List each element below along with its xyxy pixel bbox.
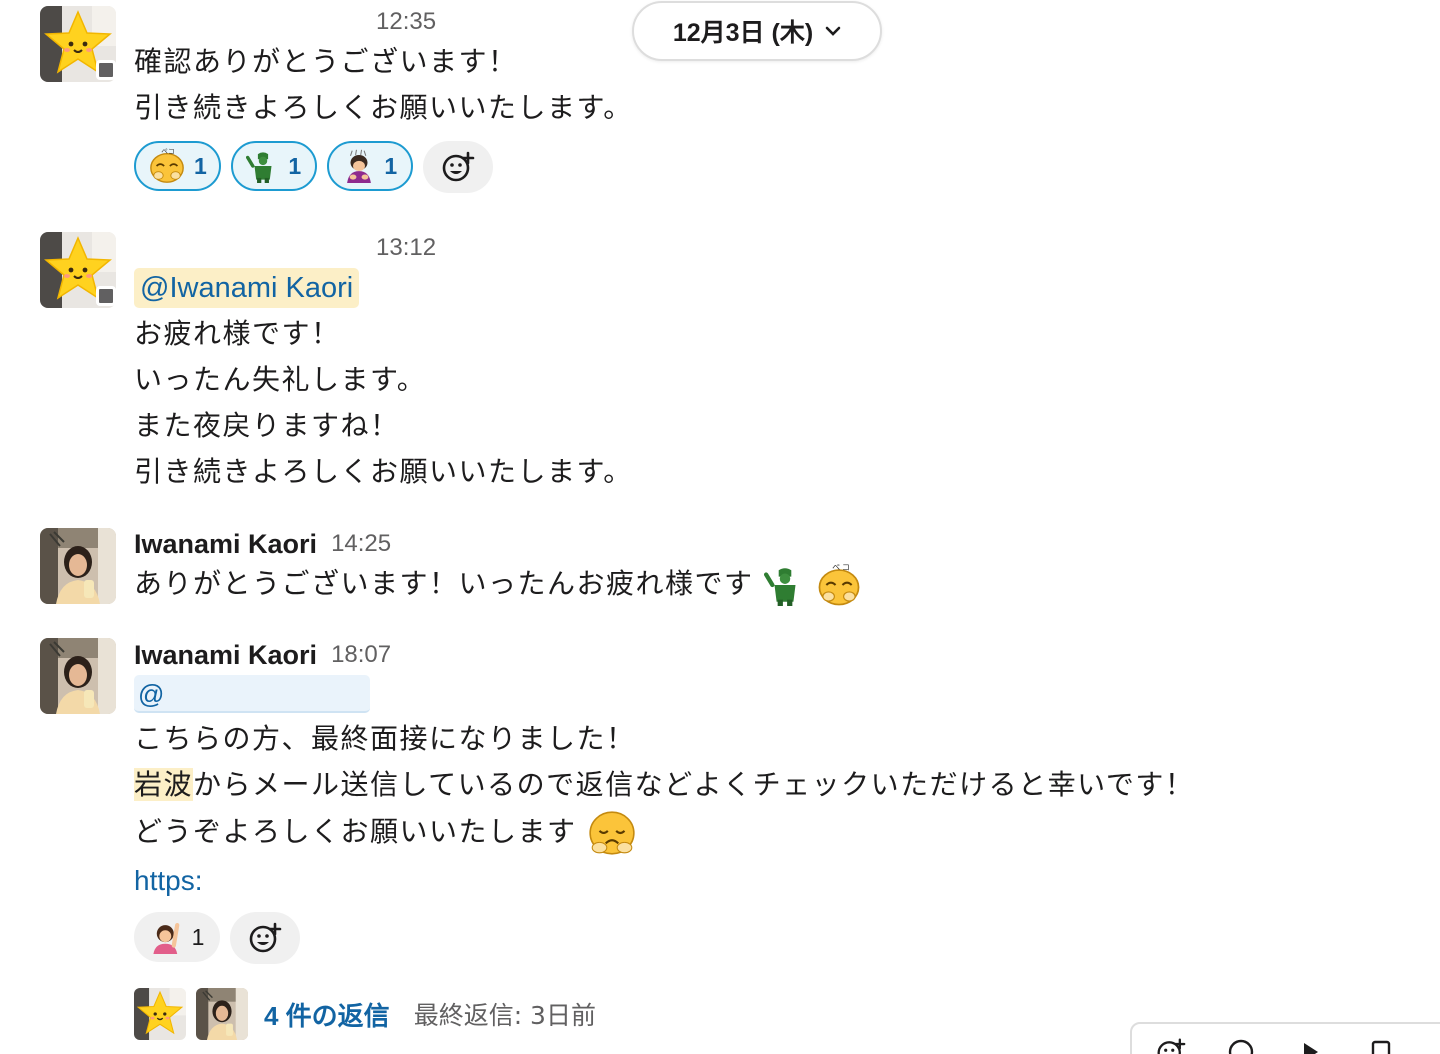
message-author[interactable]: Iwanami Kaori [134, 529, 317, 560]
thread-replies-link[interactable]: 4 件の返信 [264, 996, 390, 1033]
bowing-face-icon [818, 562, 860, 606]
message-timestamp[interactable]: 14:25 [331, 530, 391, 558]
message-text-row: 岩波からメール送信しているので返信などよくチェックいただけると幸いです！ [134, 762, 1194, 808]
presence-dot [96, 60, 116, 80]
message-text: 引き続きよろしくお願いいたします。 [134, 91, 633, 124]
message-text: 引き続きよろしくお願いいたします。 [134, 455, 633, 488]
message-text: こちらの方、最終面接になりました！ [134, 722, 636, 755]
sad-face-icon [589, 811, 635, 855]
saluting-soldier-icon [764, 564, 806, 606]
highlighted-keyword: 岩波 [134, 768, 194, 801]
date-label: 12月3日 (木) [672, 19, 814, 47]
add-reaction-button[interactable] [230, 912, 300, 964]
reaction-button[interactable]: 1 [326, 141, 413, 191]
message-text: いったん失礼します。 [134, 363, 427, 396]
presence-dot [96, 286, 116, 306]
message-link[interactable]: https: [134, 865, 202, 896]
thread-participant-avatar [196, 988, 248, 1040]
add-reaction-button[interactable] [422, 141, 493, 193]
chevron-down-icon [825, 26, 841, 36]
avatar[interactable] [40, 528, 116, 604]
date-divider-button[interactable]: 12月3日 (木) [632, 1, 882, 61]
reaction-button[interactable]: 1 [230, 141, 317, 191]
reply-thread-icon[interactable] [1226, 1037, 1256, 1054]
message-author[interactable]: Iwanami Kaori [134, 640, 317, 671]
reaction-count: 1 [191, 923, 205, 950]
message-text: ありがとうございます！いったんお疲れ様です [134, 567, 754, 600]
person-raising-hand-icon [150, 920, 184, 954]
message-timestamp[interactable]: 13:12 [376, 234, 436, 262]
message-text: 確認ありがとうございます！ [134, 45, 518, 78]
message-actions-toolbar [1130, 1022, 1440, 1054]
reaction-count: 1 [384, 152, 398, 179]
message-text: からメール送信しているので返信などよくチェックいただけると幸いです！ [193, 768, 1195, 801]
add-emoji-icon [249, 922, 282, 953]
message-text: また夜戻りますね！ [134, 409, 400, 442]
message-text-row: どうぞよろしくお願いいたします [134, 808, 1194, 858]
bookmark-icon[interactable] [1366, 1037, 1396, 1054]
saluting-soldier-icon [246, 150, 274, 183]
user-mention[interactable]: @Iwanami Kaori [134, 268, 360, 308]
thread-summary[interactable]: 4 件の返信 最終返信: 3日前 [134, 988, 596, 1040]
reaction-count: 1 [194, 152, 207, 179]
reaction-bar: 1 1 1 [134, 141, 633, 193]
reaction-count: 1 [288, 152, 302, 179]
person-bowing-icon [346, 149, 372, 183]
add-emoji-icon [442, 151, 475, 182]
add-reaction-icon[interactable] [1156, 1037, 1186, 1054]
message-text-row: ありがとうございます！いったんお疲れ様です [134, 561, 862, 608]
reaction-button[interactable]: 1 [134, 912, 220, 962]
message-text: どうぞよろしくお願いいたします [134, 815, 577, 848]
reaction-bar: 1 [134, 912, 1194, 964]
avatar[interactable] [40, 638, 116, 714]
message-text: お疲れ様です！ [134, 317, 341, 350]
message-timestamp[interactable]: 12:35 [376, 8, 436, 36]
thread-last-reply: 最終返信: 3日前 [413, 1001, 596, 1030]
thread-participant-avatar [134, 988, 186, 1040]
user-mention[interactable]: @ [134, 675, 370, 713]
bowing-face-icon [149, 147, 185, 184]
reaction-button[interactable]: 1 [134, 141, 221, 191]
share-icon[interactable] [1296, 1037, 1326, 1054]
message-timestamp[interactable]: 18:07 [331, 641, 391, 669]
